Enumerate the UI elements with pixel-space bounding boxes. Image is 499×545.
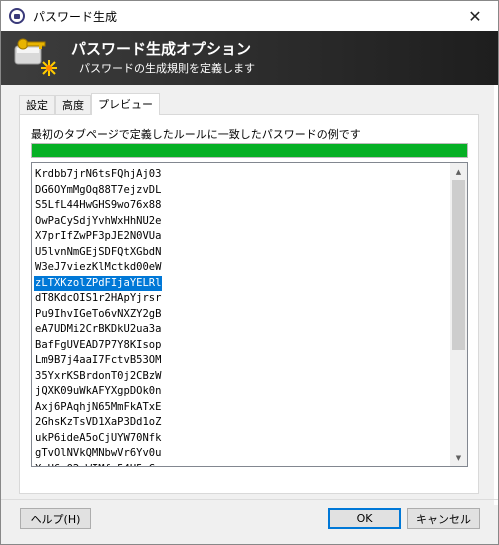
scroll-down-arrow-icon[interactable]: ▼ bbox=[450, 449, 467, 466]
cancel-button[interactable]: キャンセル bbox=[407, 508, 480, 529]
password-item[interactable]: 2GhsKzTsVD1XaP3Dd1oZ bbox=[34, 415, 161, 431]
window-title: パスワード生成 bbox=[33, 9, 118, 24]
close-button[interactable]: ✕ bbox=[452, 1, 498, 31]
password-item[interactable]: Pu9IhvIGeTo6vNXZY2gB bbox=[34, 307, 161, 323]
preview-panel: 最初のタブページで定義したルールに一致したパスワードの例です Krdbb7jrN… bbox=[19, 114, 479, 494]
password-item[interactable]: XmH6zQ2eWIMfr54H5qGn bbox=[34, 462, 161, 467]
password-list-items: Krdbb7jrN6tsFQhjAj03 DG6OYmMgOq88T7ejzvDL… bbox=[32, 163, 449, 466]
password-generator-dialog: パスワード生成 ✕ パスワード生成オプション パスワードの生成規則を定義します … bbox=[0, 0, 499, 545]
banner-title: パスワード生成オプション bbox=[71, 40, 252, 58]
tab-advanced[interactable]: 高度 bbox=[55, 95, 91, 115]
password-item[interactable]: eA7UDMi2CrBKDkU2ua3a bbox=[34, 322, 161, 338]
password-item[interactable]: X7prIfZwPF3pJE2N0VUa bbox=[34, 229, 161, 245]
password-item[interactable]: Axj6PAqhjN65MmFkATxE bbox=[34, 400, 161, 416]
password-item[interactable]: Krdbb7jrN6tsFQhjAj03 bbox=[34, 167, 161, 183]
title-bar: パスワード生成 ✕ bbox=[1, 1, 498, 31]
banner-subtitle: パスワードの生成規則を定義します bbox=[79, 62, 255, 75]
password-item[interactable]: 35YxrKSBrdonT0j2CBzW bbox=[34, 369, 161, 385]
tab-preview[interactable]: プレビュー bbox=[91, 93, 160, 115]
progress-fill bbox=[32, 144, 467, 157]
password-item[interactable]: dT8KdcOIS1r2HApYjrsr bbox=[34, 291, 161, 307]
password-item[interactable]: zLTXKzolZPdFIjaYELRl bbox=[34, 275, 163, 291]
password-item[interactable]: Lm9B7j4aaI7FctvB53OM bbox=[34, 353, 161, 369]
preview-description: 最初のタブページで定義したルールに一致したパスワードの例です bbox=[31, 128, 361, 141]
password-item[interactable]: OwPaCySdjYvhWxHhNU2e bbox=[34, 214, 161, 230]
password-item[interactable]: ukP6ideA5oCjUYW70Nfk bbox=[34, 431, 161, 447]
password-item[interactable]: W3eJ7viezKlMctkd00eW bbox=[34, 260, 161, 276]
ok-button[interactable]: OK bbox=[328, 508, 401, 529]
footer-divider bbox=[1, 499, 498, 500]
tab-strip: 設定 高度 プレビュー bbox=[19, 93, 160, 115]
password-item[interactable]: S5LfL44HwGHS9wo76x88 bbox=[34, 198, 161, 214]
scroll-thumb[interactable] bbox=[452, 180, 465, 350]
password-item[interactable]: U5lvnNmGEjSDFQtXGbdN bbox=[34, 245, 161, 261]
password-preview-list[interactable]: Krdbb7jrN6tsFQhjAj03 DG6OYmMgOq88T7ejzvDL… bbox=[31, 162, 468, 467]
scroll-up-arrow-icon[interactable]: ▲ bbox=[450, 163, 467, 180]
password-item[interactable]: jQXK09uWkAFYXgpDOk0n bbox=[34, 384, 161, 400]
key-sparkle-icon bbox=[14, 38, 57, 76]
generation-progress-bar bbox=[31, 143, 468, 158]
password-item[interactable]: BafFgUVEAD7P7Y8KIsop bbox=[34, 338, 161, 354]
vertical-scrollbar[interactable]: ▲ ▼ bbox=[450, 163, 467, 466]
right-edge bbox=[494, 85, 498, 505]
help-button[interactable]: ヘルプ(H) bbox=[20, 508, 91, 529]
password-item[interactable]: DG6OYmMgOq88T7ejzvDL bbox=[34, 183, 161, 199]
header-banner: パスワード生成オプション パスワードの生成規則を定義します bbox=[1, 31, 498, 85]
password-item[interactable]: gTvOlNVkQMNbwVr6Yv0u bbox=[34, 446, 161, 462]
tab-settings[interactable]: 設定 bbox=[19, 95, 55, 115]
keepass-lock-icon bbox=[9, 8, 25, 24]
